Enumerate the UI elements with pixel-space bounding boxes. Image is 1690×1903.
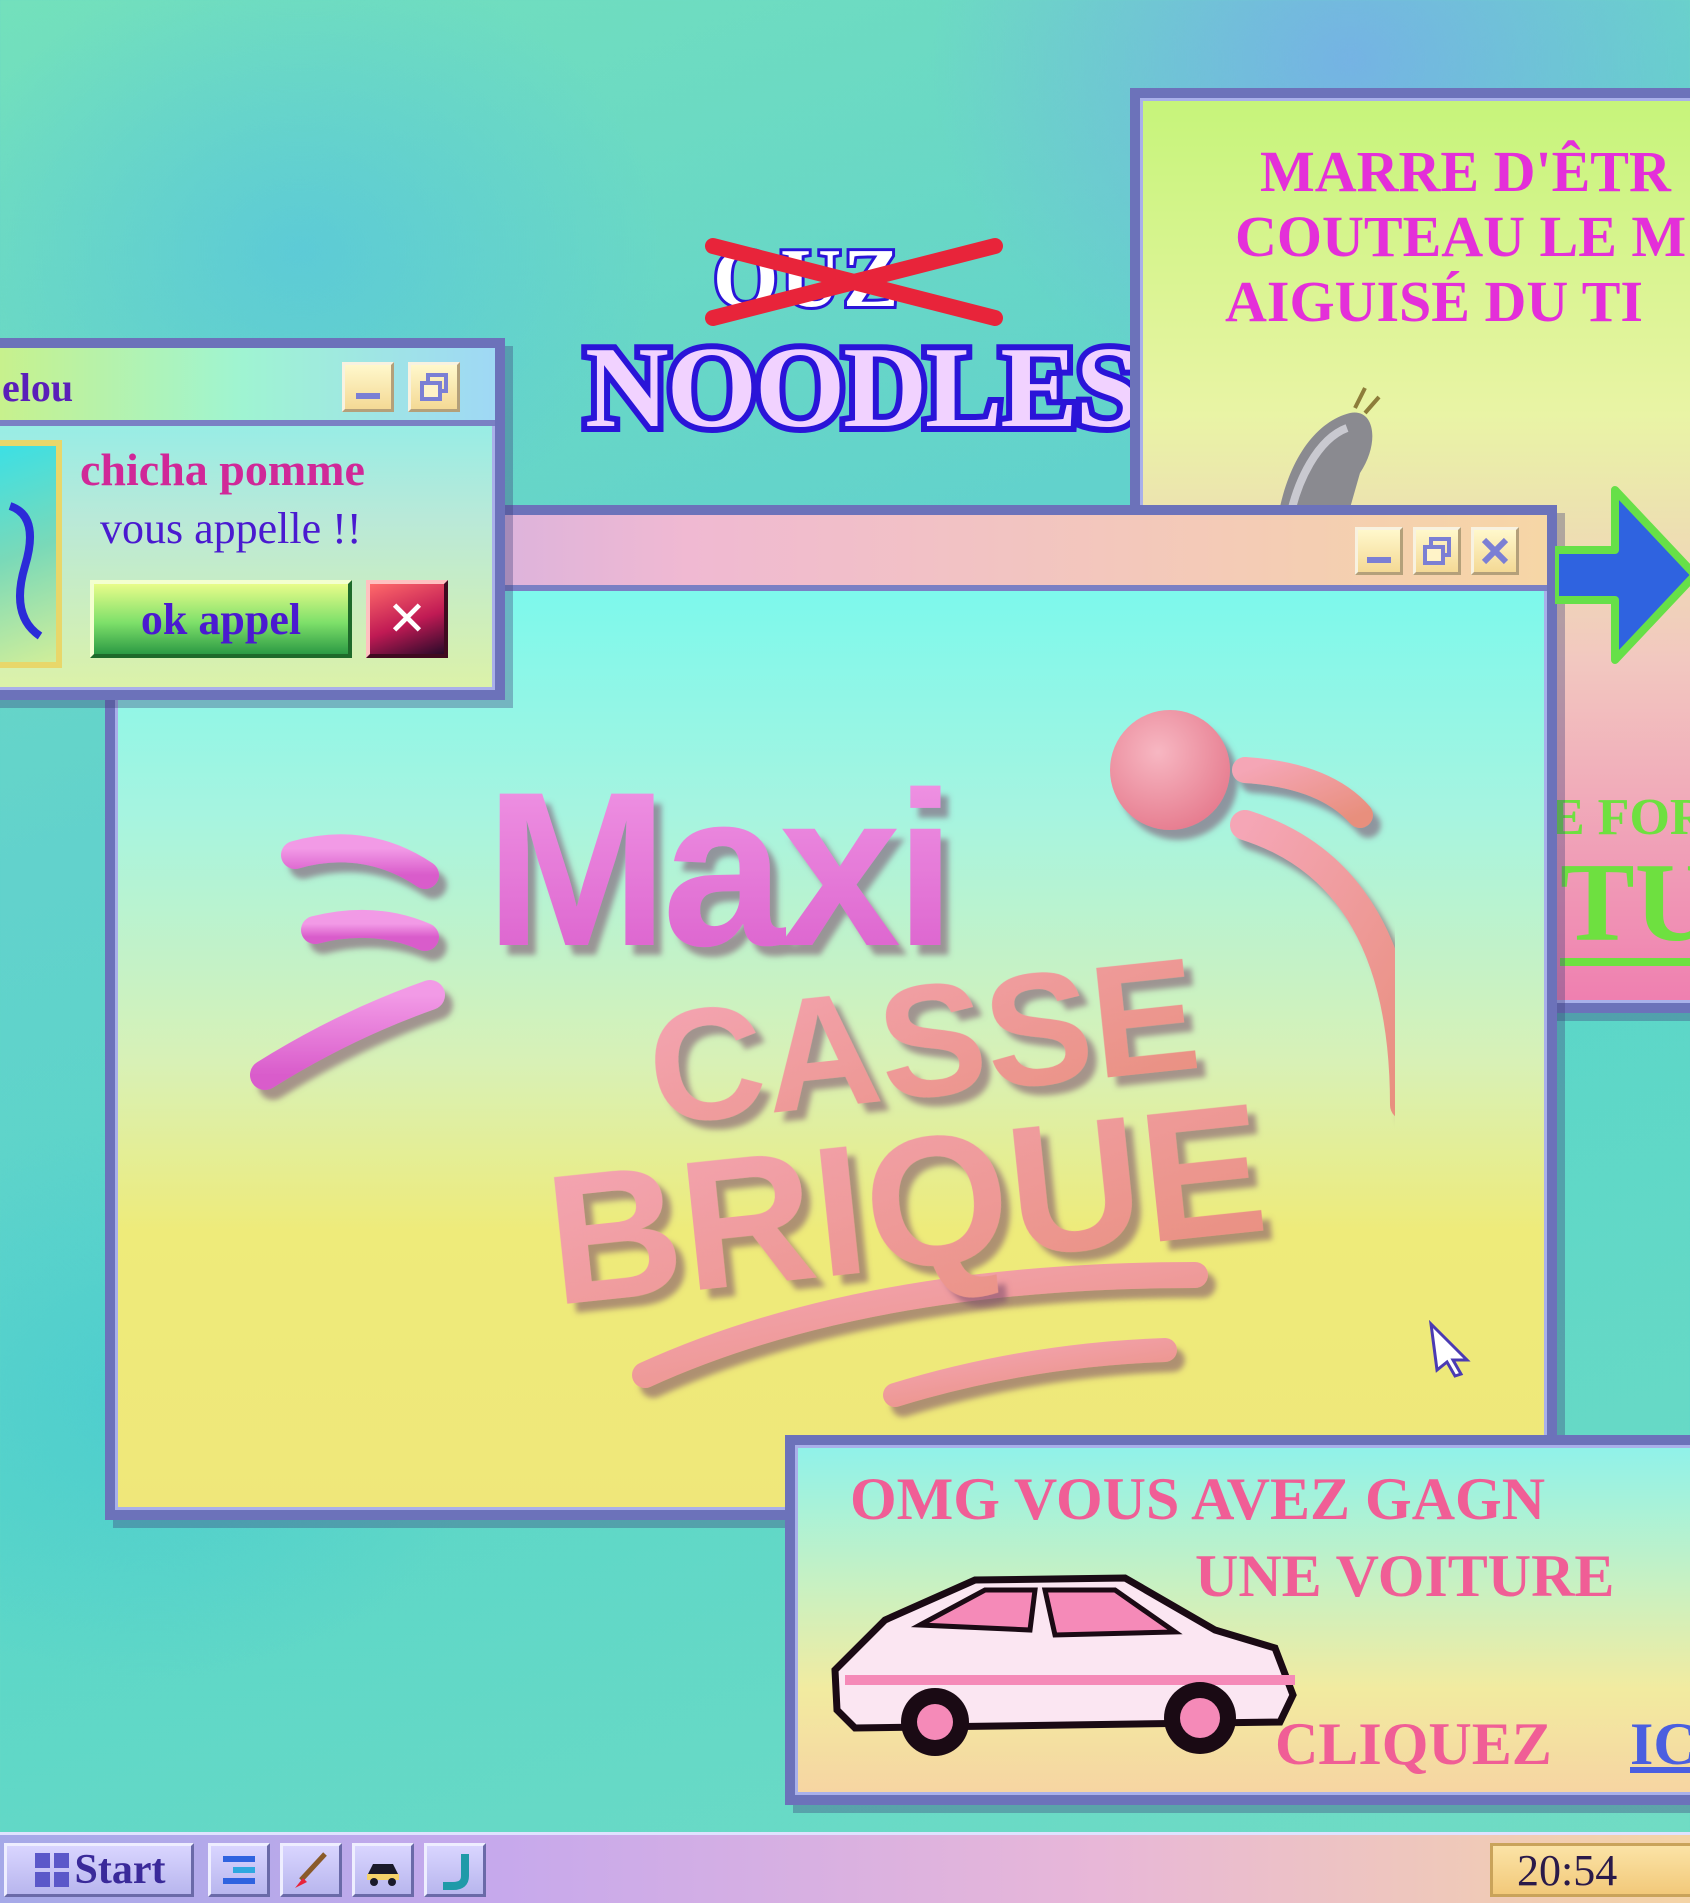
car-small-icon — [367, 1864, 399, 1886]
clock: 20:54 — [1490, 1843, 1690, 1897]
taskbar-app-car[interactable] — [352, 1843, 414, 1897]
minimize-icon — [356, 393, 380, 399]
call-popup-title: elou — [2, 365, 74, 410]
taskbar-app-explorer[interactable] — [208, 1843, 270, 1897]
car-icon — [831, 1574, 1297, 1756]
ok-call-button[interactable]: ok appel — [90, 580, 352, 658]
clock-time: 20:54 — [1517, 1845, 1618, 1895]
noodles-logo: OUZ NOODLES — [579, 229, 1146, 458]
logo-main-text: NOODLES — [579, 318, 1146, 458]
car-ad-cta: CLIQUEZ — [1275, 1711, 1552, 1777]
knife-ad-line4: E FOR — [1550, 789, 1690, 846]
mouse-cursor-icon — [1428, 1320, 1471, 1378]
arrow-right-icon — [1555, 486, 1690, 664]
knife-ad-line1: MARRE D'ÊTR — [1260, 139, 1671, 204]
taskbar-app-phone[interactable] — [424, 1843, 486, 1897]
phone-handset-icon — [8, 502, 43, 640]
call-message-line1: chicha pomme — [80, 444, 365, 495]
car-ad-window[interactable]: OMG VOUS AVEZ GAGN UNE VOITURE CLIQUEZ I… — [785, 1435, 1690, 1805]
phone-icon — [443, 1854, 469, 1890]
call-popup-window[interactable]: elou chicha pomme vous appelle !! ok app… — [0, 338, 505, 700]
restore-icon — [1423, 537, 1451, 565]
paintbrush-icon — [295, 1852, 327, 1888]
close-icon: ✕ — [386, 591, 428, 647]
car-ad-link[interactable]: IC — [1630, 1710, 1690, 1779]
logo-word-brique: BRIQUE — [538, 1065, 1275, 1345]
close-button[interactable] — [1471, 527, 1519, 575]
knife-ad-line3: AIGUISÉ DU TI — [1225, 269, 1643, 334]
folder-list-icon — [223, 1856, 255, 1884]
caller-avatar — [0, 440, 62, 668]
minimize-button[interactable] — [1355, 527, 1403, 575]
close-icon — [1481, 537, 1509, 565]
windows-logo-icon — [34, 1853, 69, 1887]
restore-button[interactable] — [1413, 527, 1461, 575]
minimize-icon — [1367, 557, 1391, 563]
decline-call-button[interactable]: ✕ — [366, 580, 448, 658]
call-minimize-button[interactable] — [342, 362, 394, 412]
restore-icon — [420, 373, 448, 401]
start-button[interactable]: Start — [4, 1843, 194, 1897]
taskbar: Start 20:54 — [0, 1832, 1690, 1903]
knife-ad-line2: COUTEAU LE M — [1235, 204, 1687, 269]
car-ad-line1: OMG VOUS AVEZ GAGN — [850, 1466, 1546, 1532]
call-message-line2: vous appelle !! — [100, 504, 362, 553]
maxi-casse-brique-logo: Maxi CASSE BRIQUE — [250, 710, 1395, 1407]
start-label: Start — [74, 1847, 166, 1893]
taskbar-app-paint[interactable] — [280, 1843, 342, 1897]
call-restore-button[interactable] — [408, 362, 460, 412]
knife-ad-line5: TUI — [1560, 847, 1690, 966]
